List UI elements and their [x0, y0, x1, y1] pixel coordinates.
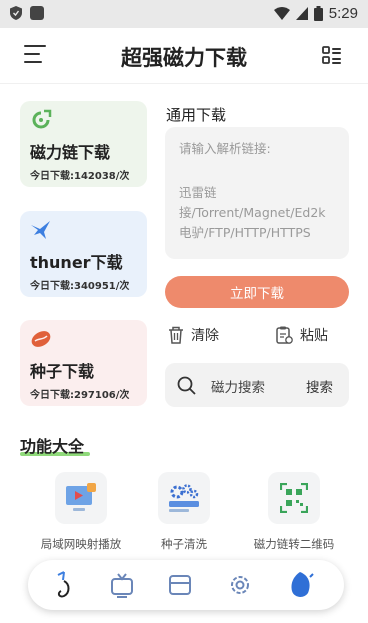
settings-icon[interactable] [226, 571, 254, 599]
screen-cast-icon [66, 483, 96, 511]
card-count: 今日下载:297106/次 [30, 390, 130, 401]
card-count: 今日下载:142038/次 [30, 171, 130, 182]
feature-label: 磁力链转二维码 [253, 537, 335, 551]
input-hint: 迅雷链接/Torrent/Magnet/Ed2k电驴/FTP/HTTP/HTTP… [179, 185, 326, 240]
search-input[interactable]: 磁力搜索 [211, 376, 265, 396]
home-icon[interactable] [50, 571, 78, 599]
card-title: 种子下载 [30, 362, 95, 381]
notification-icon [30, 6, 44, 20]
seed-icon [31, 331, 51, 347]
feature-screen-cast[interactable]: 局域网映射播放 [31, 472, 131, 552]
card-icon[interactable] [166, 571, 194, 599]
thunder-download-card[interactable]: thuner下载 今日下载:340951/次 [20, 211, 147, 297]
battery-icon [313, 6, 323, 21]
paste-label: 粘贴 [300, 328, 328, 344]
magnet-search-bar[interactable]: 磁力搜索 搜索 [165, 363, 349, 407]
wifi-icon [273, 7, 290, 20]
feature-label: 局域网映射播放 [40, 537, 122, 551]
thunder-bird-icon [31, 221, 50, 239]
feature-icon-box [55, 472, 107, 524]
clear-button[interactable]: 清除 [168, 325, 219, 345]
clipboard-icon [276, 326, 293, 344]
clock: 5:29 [328, 5, 358, 22]
trash-icon [169, 326, 183, 344]
features-title: 功能大全 [20, 437, 85, 456]
magnet-link-icon [32, 109, 52, 129]
search-button[interactable]: 搜索 [306, 376, 333, 396]
clear-label: 清除 [191, 328, 219, 344]
status-bar: 5:29 [0, 0, 368, 28]
list-view-icon[interactable] [322, 46, 342, 64]
card-count: 今日下载:340951/次 [30, 281, 130, 292]
page-title: 超强磁力下载 [121, 46, 247, 70]
input-placeholder: 请输入解析链接: [179, 141, 271, 156]
feature-seed-clean[interactable]: 种子清洗 [134, 472, 234, 552]
seed-download-card[interactable]: 种子下载 今日下载:297106/次 [20, 320, 147, 406]
shield-icon [10, 6, 22, 20]
feature-magnet-to-qr[interactable]: 磁力链转二维码 [244, 472, 344, 552]
magnet-download-card[interactable]: 磁力链下载 今日下载:142038/次 [20, 101, 147, 187]
search-icon [177, 376, 196, 395]
feature-icon-box [268, 472, 320, 524]
qr-code-icon [280, 483, 308, 513]
profile-icon[interactable] [286, 571, 314, 599]
section-title: 通用下载 [166, 106, 227, 124]
app-bar: 超强磁力下载 [0, 28, 368, 84]
bottom-navigation [28, 560, 344, 610]
download-now-button[interactable]: 立即下载 [165, 276, 349, 308]
tv-icon[interactable] [108, 571, 136, 599]
link-input[interactable]: 请输入解析链接: 迅雷链接/Torrent/Magnet/Ed2k电驴/FTP/… [165, 127, 349, 259]
seed-clean-icon [169, 484, 199, 512]
signal-icon [295, 7, 308, 20]
feature-label: 种子清洗 [161, 537, 207, 551]
card-title: 磁力链下载 [30, 143, 111, 162]
feature-icon-box [158, 472, 210, 524]
card-title: thuner下载 [30, 253, 123, 272]
paste-button[interactable]: 粘贴 [276, 325, 328, 345]
